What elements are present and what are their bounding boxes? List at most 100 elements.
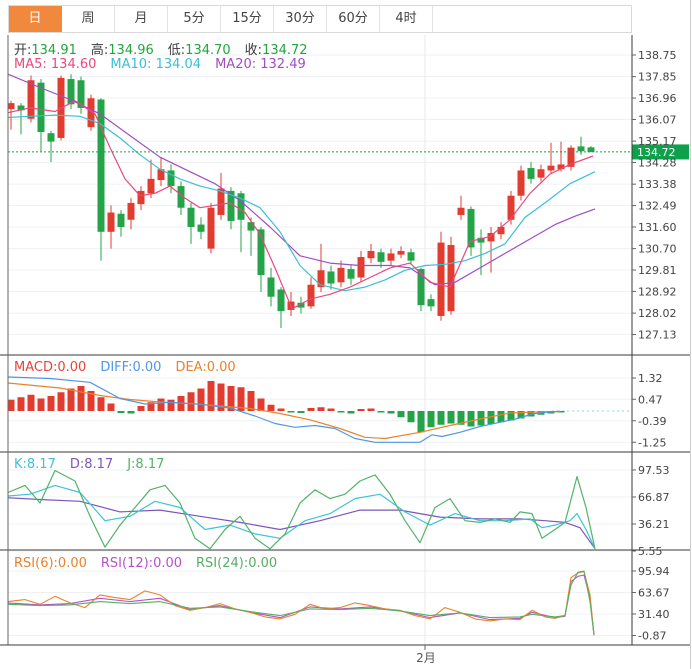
- candle-body: [337, 267, 345, 283]
- legend-item: D:8.17: [69, 457, 114, 472]
- candle-body: [437, 242, 445, 316]
- macd-histogram-bar: [437, 411, 445, 425]
- candle-body: [37, 82, 45, 132]
- axis-tick-label: 134.28: [638, 157, 677, 170]
- candle-body: [387, 253, 395, 261]
- macd-histogram-bar: [97, 397, 105, 411]
- macd-histogram-bar: [157, 398, 165, 411]
- tab-30min[interactable]: 30分: [274, 6, 327, 32]
- tab-5min[interactable]: 5分: [168, 6, 221, 32]
- macd-histogram-bar: [347, 411, 355, 414]
- candle-body: [97, 99, 105, 232]
- axis-tick-label: 5.55: [638, 545, 663, 558]
- candle-body: [587, 147, 595, 152]
- candle-body: [277, 289, 285, 312]
- axis-tick-label: 31.40: [638, 608, 670, 621]
- macd-histogram-bar: [57, 392, 65, 411]
- candle-body: [457, 207, 465, 215]
- candle-body: [117, 213, 125, 227]
- rsi24-line: [7, 570, 595, 636]
- legend-item: RSI(6):0.00: [14, 556, 87, 571]
- candle-body: [27, 80, 35, 119]
- candle-body: [537, 169, 545, 178]
- candle-body: [397, 251, 405, 255]
- legend-item: DEA:0.00: [175, 360, 236, 375]
- axis-tick-label: 128.02: [638, 307, 677, 320]
- legend-item: 高:134.96: [90, 43, 154, 58]
- macd-histogram-bar: [77, 386, 85, 411]
- macd-legend: MACD:0.00 DIFF:0.00 DEA:0.00: [14, 360, 250, 375]
- legend-item: 开:134.91: [14, 43, 77, 58]
- legend-item: K:8.17: [14, 457, 56, 472]
- tab-month[interactable]: 月: [115, 6, 168, 32]
- macd-histogram-bar: [47, 396, 55, 411]
- candle-body: [187, 207, 195, 227]
- legend-item: RSI(12):0.00: [100, 556, 183, 571]
- macd-histogram-bar: [387, 411, 395, 414]
- macd-histogram-bar: [407, 411, 415, 423]
- axis-tick-label: 95.94: [638, 565, 670, 578]
- axis-tick-label: 137.85: [638, 71, 677, 84]
- legend-item: MA10: 134.04: [110, 57, 202, 72]
- macd-histogram-bar: [367, 408, 375, 411]
- candle-body: [357, 257, 365, 278]
- candle-body: [47, 133, 55, 142]
- axis-tick-label: 136.96: [638, 92, 677, 105]
- tab-15min[interactable]: 15分: [221, 6, 274, 32]
- axis-tick-label: 132.49: [638, 200, 677, 213]
- legend-item: MA20: 132.49: [215, 57, 306, 72]
- tab-60min[interactable]: 60分: [327, 6, 380, 32]
- candle-body: [247, 222, 255, 231]
- axis-tick-label: 131.60: [638, 221, 677, 234]
- candle-body: [197, 224, 205, 232]
- macd-histogram-bar: [277, 408, 285, 411]
- period-tabbar: 日周月 5分 15分 30分 60分 4时: [8, 5, 632, 33]
- legend-item: MA5: 134.60: [14, 57, 97, 72]
- axis-tick-label: 1.32: [638, 372, 663, 385]
- rsi-legend: RSI(6):0.00 RSI(12):0.00 RSI(24):0.00: [14, 556, 291, 571]
- x-axis-month-label: 2月: [416, 651, 436, 665]
- tab-week[interactable]: 周: [62, 6, 115, 32]
- rsi12-line: [7, 574, 595, 635]
- macd-histogram-bar: [497, 411, 505, 423]
- macd-histogram-bar: [27, 394, 35, 411]
- macd-histogram-bar: [467, 411, 475, 427]
- macd-histogram-bar: [307, 408, 315, 411]
- candle-body: [517, 170, 525, 196]
- axis-tick-label: 129.81: [638, 264, 677, 277]
- axis-tick-label: 136.07: [638, 113, 677, 126]
- candle-body: [427, 299, 435, 307]
- macd-histogram-bar: [167, 399, 175, 411]
- macd-histogram-bar: [327, 408, 335, 411]
- macd-histogram-bar: [427, 411, 435, 428]
- macd-histogram-bar: [287, 411, 295, 413]
- tab-4hour[interactable]: 4时: [380, 6, 433, 32]
- legend-item: J:8.17: [127, 457, 165, 472]
- candle-body: [377, 252, 385, 262]
- macd-histogram-bar: [417, 411, 425, 433]
- candle-body: [367, 251, 375, 259]
- candle-body: [407, 252, 415, 261]
- candle-body: [107, 212, 115, 232]
- macd-histogram-bar: [357, 409, 365, 411]
- macd-histogram-bar: [447, 411, 455, 424]
- macd-histogram-bar: [397, 411, 405, 418]
- axis-tick-label: 127.13: [638, 328, 677, 341]
- candle-body: [267, 277, 275, 297]
- legend-item: MACD:0.00: [14, 360, 87, 375]
- macd-histogram-bar: [17, 397, 25, 411]
- macd-histogram-bar: [197, 388, 205, 411]
- macd-histogram-bar: [337, 411, 345, 413]
- candle-body: [307, 284, 315, 307]
- macd-histogram-bar: [137, 406, 145, 411]
- legend-item: 低:134.70: [167, 43, 231, 58]
- kline-chart-app: 134.72 138.75 137.85 136.96 136.07 135.17 134.…: [0, 0, 692, 669]
- candle-body: [137, 190, 145, 205]
- macd-histogram-bar: [267, 404, 275, 411]
- kdj-k-line: [7, 484, 596, 549]
- axis-tick-label: -0.39: [638, 415, 666, 428]
- macd-histogram-bar: [37, 398, 45, 411]
- axis-tick-label: 133.38: [638, 178, 677, 191]
- tab-day[interactable]: 日: [9, 6, 62, 32]
- axis-tick-label: 135.17: [638, 135, 677, 148]
